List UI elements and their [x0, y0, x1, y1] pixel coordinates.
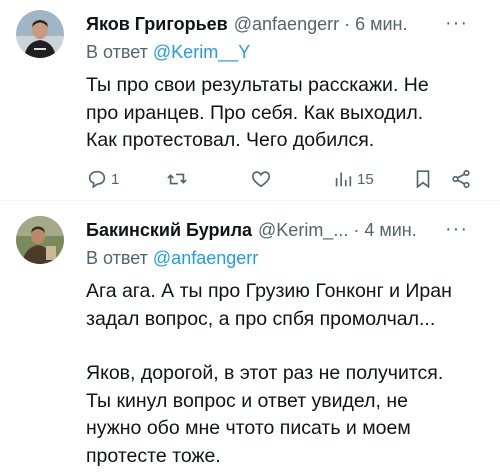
retweet-button[interactable] — [166, 166, 191, 192]
separator-dot: · — [344, 14, 351, 34]
bookmark-button[interactable] — [412, 166, 434, 192]
avatar[interactable] — [16, 216, 64, 264]
tweet-text-line: Ага ага. А ты про Грузию Гонконг и Иран — [86, 280, 452, 302]
heart-icon — [251, 171, 271, 188]
action-bar: 1 15 — [86, 166, 486, 192]
like-button[interactable] — [250, 166, 275, 192]
tweet-text-line: Яков, дорогой, в этот раз не получится. — [86, 362, 444, 384]
author-name[interactable]: Яков Григорьев — [86, 14, 228, 35]
divider — [0, 200, 500, 201]
reply-context: В ответ @Kerim__Y — [86, 42, 250, 63]
share-icon — [452, 169, 470, 189]
author-name[interactable]: Бакинский Бурила — [86, 220, 252, 241]
timestamp[interactable]: 4 мин. — [364, 220, 416, 241]
bookmark-icon — [416, 170, 430, 189]
tweet-text: Ага ага. А ты про Грузию Гонконг и Иран … — [86, 278, 486, 470]
avatar[interactable] — [16, 10, 64, 58]
tweet-text-line: Как протестовал. Чего добился. — [86, 129, 375, 151]
reply-prefix: В ответ — [86, 248, 148, 268]
tweet-text-line: протесте тоже. — [86, 444, 221, 467]
speech-bubble-icon — [88, 170, 106, 189]
tweet-header: Яков Григорьев @anfaengerr · 6 мин. ··· — [86, 12, 486, 35]
reply-context: В ответ @anfaengerr — [86, 248, 258, 269]
timestamp[interactable]: 6 мин. — [355, 14, 407, 35]
tweet-text-line: Ты про свои результаты расскажи. Не — [86, 74, 429, 96]
tweet-text-line: нужно обо мне чтото писать и моем — [86, 417, 411, 439]
tweet-text-line: Ты кинул вопрос и ответ увидел, не — [86, 389, 408, 412]
views-count: 15 — [357, 170, 374, 188]
reply-mention-link[interactable]: @Kerim__Y — [153, 42, 250, 62]
share-button[interactable] — [450, 166, 472, 192]
tweet-2[interactable]: Бакинский Бурила @Kerim_... · 4 мин. ···… — [0, 204, 500, 473]
reply-button[interactable]: 1 — [86, 166, 119, 192]
separator-dot: · — [353, 220, 360, 240]
views-button[interactable]: 15 — [332, 166, 374, 192]
tweet-text-line: задал вопрос, а про спбя промолчал... — [86, 307, 436, 330]
reply-count: 1 — [111, 170, 120, 188]
more-options-icon[interactable]: ··· — [445, 218, 468, 241]
tweet-1[interactable]: Яков Григорьев @anfaengerr · 6 мин. ··· … — [0, 0, 500, 200]
bar-chart-icon — [335, 172, 352, 187]
author-handle[interactable]: @anfaengerr — [234, 14, 339, 35]
reply-mention-link[interactable]: @anfaengerr — [153, 248, 258, 268]
reply-prefix: В ответ — [86, 42, 148, 62]
more-options-icon[interactable]: ··· — [445, 12, 468, 35]
tweet-header: Бакинский Бурила @Kerim_... · 4 мин. ··· — [86, 218, 486, 241]
author-handle[interactable]: @Kerim_... — [258, 220, 348, 241]
tweet-text: Ты про свои результаты расскажи. Не про … — [86, 72, 486, 155]
retweet-arrows-icon — [167, 173, 187, 185]
tweet-text-line: про иранцев. Про себя. Как выходил. — [86, 101, 424, 124]
